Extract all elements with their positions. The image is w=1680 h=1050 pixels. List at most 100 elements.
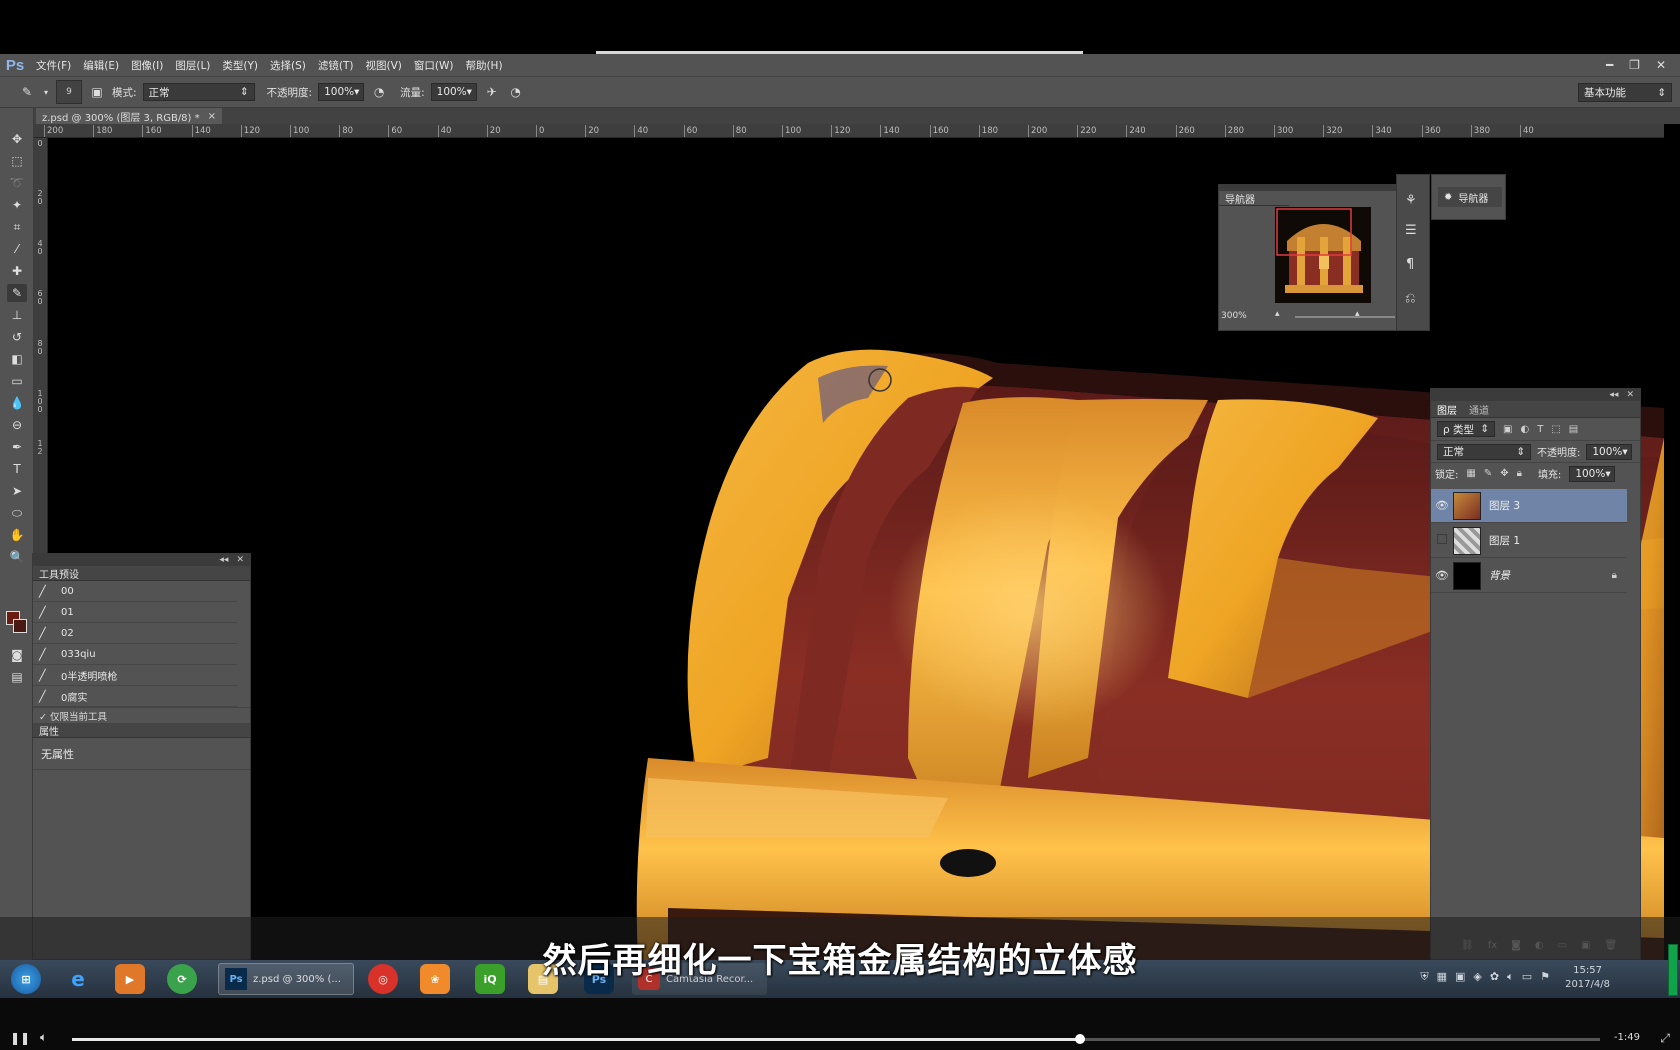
menu-file[interactable]: 文件(F) (30, 58, 77, 73)
magic-wand-icon[interactable]: ✦ (7, 196, 27, 214)
hand-tool-icon[interactable]: ✋ (7, 526, 27, 544)
opacity-input[interactable]: 100% ▾ (318, 83, 365, 101)
list-item[interactable]: ╱ 0半透明喷枪 (33, 665, 237, 686)
adjust-icon[interactable]: ☰ (1405, 223, 1417, 238)
eraser-tool-icon[interactable]: ◧ (7, 350, 27, 368)
pressure-opacity-icon[interactable]: ◔ (370, 83, 388, 101)
seek-bar[interactable] (72, 1034, 1600, 1044)
seek-handle[interactable] (1075, 1034, 1086, 1044)
menu-filter[interactable]: 滤镜(T) (312, 58, 360, 73)
path-select-icon[interactable]: ➤ (7, 482, 27, 500)
layer-name[interactable]: 图层 1 (1489, 533, 1520, 548)
blend-mode-select[interactable]: 正常 ⇕ (1437, 443, 1531, 460)
paragraph-icon[interactable]: ¶ (1406, 257, 1414, 272)
restore-button[interactable]: ❐ (1629, 58, 1640, 72)
flow-input[interactable]: 100% ▾ (430, 83, 477, 101)
shape-tool-icon[interactable]: ⬭ (7, 504, 27, 522)
menu-type[interactable]: 类型(Y) (216, 58, 264, 73)
brush-size-picker[interactable]: 9 (56, 80, 82, 104)
move-tool-icon[interactable]: ✥ (7, 130, 27, 148)
layer-filter-select[interactable]: ρ 类型 ⇕ (1437, 421, 1495, 437)
eye-icon[interactable]: 👁︎ (1431, 499, 1453, 512)
pen-tool-icon[interactable]: ✒ (7, 438, 27, 456)
volume-icon[interactable]: 🔈︎ (40, 1030, 47, 1045)
pause-icon[interactable]: ❚❚ (10, 1031, 30, 1045)
layer-row[interactable]: 👁︎ 图层 3 (1431, 489, 1627, 523)
current-tool-only-checkbox[interactable]: ✓ 仅限当前工具 (33, 707, 250, 723)
history-icon[interactable]: ⎌ (1405, 291, 1415, 306)
layer-name[interactable]: 图层 3 (1489, 498, 1520, 513)
blur-tool-icon[interactable]: 💧 (7, 394, 27, 412)
tab-channels[interactable]: 通道 (1469, 402, 1489, 417)
eyedropper-icon[interactable]: ⁄ (7, 240, 27, 258)
navigator-collapsed-tab[interactable]: ✹ 导航器 (1438, 187, 1502, 207)
zoom-out-icon[interactable]: ▴ (1275, 309, 1280, 319)
properties-tab[interactable]: 属性 (33, 723, 250, 738)
quick-mask-icon[interactable]: ◙ (7, 646, 27, 664)
stamp-tool-icon[interactable]: ⊥ (7, 306, 27, 324)
menu-help[interactable]: 帮助(H) (459, 58, 508, 73)
type-tool-icon[interactable]: T (7, 460, 27, 478)
brush-preset-icon[interactable]: ⚘ (1405, 193, 1417, 208)
filter-shape-icon[interactable]: ⬚ (1551, 424, 1560, 435)
lock-transparent-icon[interactable]: ▦ (1466, 468, 1475, 479)
menu-select[interactable]: 选择(S) (264, 58, 312, 73)
menu-edit[interactable]: 编辑(E) (77, 58, 125, 73)
navigator-thumbnail[interactable] (1275, 207, 1371, 303)
layer-opacity-input[interactable]: 100% ▾ (1586, 443, 1633, 460)
close-icon[interactable]: ✕ (1626, 390, 1634, 400)
navigator-tab[interactable]: 导航器 (1219, 191, 1289, 206)
marquee-tool-icon[interactable]: ⬚ (7, 152, 27, 170)
filter-smart-icon[interactable]: ▤ (1569, 424, 1578, 435)
history-brush-icon[interactable]: ↺ (7, 328, 27, 346)
fullscreen-icon[interactable]: ⤢ (1660, 1031, 1670, 1046)
collapse-icon[interactable]: ◂◂ (219, 555, 228, 565)
navigator-zoom-value[interactable]: 300% (1221, 311, 1247, 321)
list-item[interactable]: ╱ 01 (33, 602, 237, 623)
eye-icon[interactable]: 👁︎ (1431, 569, 1453, 582)
tab-layers[interactable]: 图层 (1437, 402, 1457, 417)
filter-adjust-icon[interactable]: ◐ (1520, 424, 1529, 435)
dodge-tool-icon[interactable]: ⊖ (7, 416, 27, 434)
tool-presets-tab[interactable]: 工具预设 (33, 566, 250, 581)
close-button[interactable]: ✕ (1656, 58, 1666, 72)
gradient-tool-icon[interactable]: ▭ (7, 372, 27, 390)
chevron-down-icon[interactable]: ▾ (42, 83, 50, 101)
layer-row[interactable]: 图层 1 (1431, 524, 1627, 558)
mode-select[interactable]: 正常 ⇕ (142, 83, 255, 101)
menu-image[interactable]: 图像(I) (125, 58, 169, 73)
list-item[interactable]: ╱ 033qiu (33, 644, 237, 665)
pressure-size-icon[interactable]: ◔ (507, 83, 525, 101)
workspace-select[interactable]: 基本功能 ⇕ (1578, 83, 1672, 102)
minimize-button[interactable]: ━ (1606, 58, 1613, 72)
list-item[interactable]: ╱ 00 (33, 581, 237, 602)
lasso-tool-icon[interactable]: ➰ (7, 174, 27, 192)
background-color-swatch[interactable] (13, 619, 27, 633)
zoom-slider-handle[interactable]: ▴ (1355, 309, 1360, 319)
navigator-zoom-slider[interactable] (1295, 316, 1395, 318)
healing-brush-icon[interactable]: ✚ (7, 262, 27, 280)
document-tab[interactable]: z.psd @ 300% (图层 3, RGB/8) * × (36, 108, 223, 124)
layer-name[interactable]: 背景 (1489, 568, 1510, 583)
layer-row[interactable]: 👁︎ 背景 🔒︎ (1431, 559, 1627, 593)
list-item[interactable]: ╱ 02 (33, 623, 237, 644)
screen-mode-icon[interactable]: ▤ (7, 668, 27, 686)
lock-all-icon[interactable]: 🔒︎ (1517, 468, 1522, 479)
fill-input[interactable]: 100% ▾ (1569, 465, 1616, 482)
menu-window[interactable]: 窗口(W) (408, 58, 460, 73)
lock-position-icon[interactable]: ✥ (1500, 468, 1508, 479)
menu-layer[interactable]: 图层(L) (169, 58, 216, 73)
brush-tool-icon[interactable]: ✎ (7, 284, 27, 302)
menu-view[interactable]: 视图(V) (359, 58, 407, 73)
close-icon[interactable]: × (208, 111, 216, 122)
lock-paint-icon[interactable]: ✎ (1484, 468, 1492, 479)
zoom-tool-icon[interactable]: 🔍 (7, 548, 27, 566)
airbrush-icon[interactable]: ✈ (483, 83, 501, 101)
close-icon[interactable]: ✕ (236, 555, 244, 565)
hidden-eye-icon[interactable] (1431, 534, 1453, 547)
navigator-collapsed-button[interactable]: ✹ 导航器 (1431, 174, 1506, 220)
crop-tool-icon[interactable]: ⌗ (7, 218, 27, 236)
filter-type-icon[interactable]: T (1537, 424, 1543, 435)
brush-panel-icon[interactable]: ▣ (88, 83, 106, 101)
list-item[interactable]: ╱ 0腐实 (33, 686, 237, 707)
